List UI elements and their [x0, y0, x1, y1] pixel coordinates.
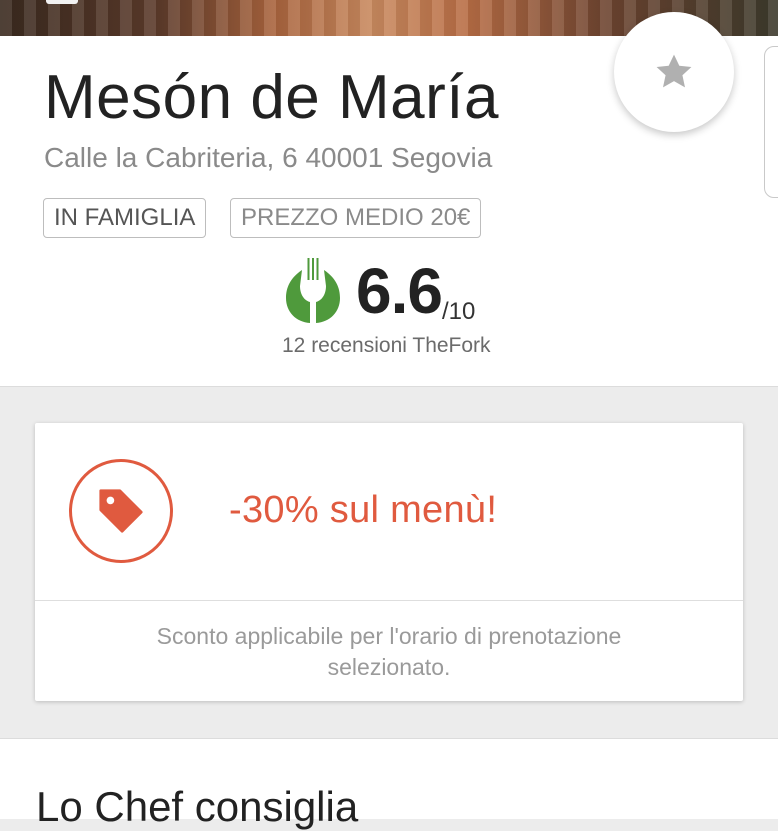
tag-family: IN FAMIGLIA: [43, 198, 207, 238]
favorite-star-icon: [656, 54, 692, 88]
restaurant-address: Calle la Cabriteria, 6 40001 Segovia: [44, 142, 493, 173]
restaurant-header: Mesón de María Calle la Cabriteria, 6 40…: [0, 12, 778, 387]
promo-card[interactable]: -30% sul menù! Sconto applicabile per l'…: [35, 423, 743, 701]
promo-note-line1: Sconto applicabile per l'orario di preno…: [156, 623, 622, 649]
promo-note-line2: selezionato.: [327, 654, 451, 680]
promo-divider: [35, 600, 743, 601]
promo-note: Sconto applicabile per l'orario di preno…: [35, 621, 743, 683]
photo-select-checkbox[interactable]: [46, 0, 78, 4]
scroll-indicator: [764, 46, 778, 198]
tag-average-price: PREZZO MEDIO 20€: [230, 198, 482, 238]
chef-recommends-section: Lo Chef consiglia: [0, 738, 778, 830]
price-tag-icon: [99, 489, 143, 533]
thefork-rating-icon: [286, 258, 340, 323]
favorite-button[interactable]: [614, 12, 734, 132]
promo-badge: [69, 459, 173, 563]
rating-block[interactable]: 6.6 /10: [284, 258, 475, 328]
rating-score: 6.6: [356, 255, 443, 327]
restaurant-name: Mesón de María: [44, 63, 499, 132]
promo-title: -30% sul menù!: [229, 489, 498, 531]
rating-scale: /10: [441, 298, 476, 325]
section-title: Lo Chef consiglia: [36, 783, 359, 830]
promo-header: -30% sul menù!: [35, 423, 743, 601]
reviews-count[interactable]: 12 recensioni TheFork: [282, 334, 491, 358]
